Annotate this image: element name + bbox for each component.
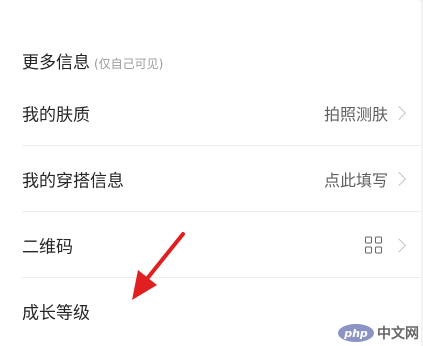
chevron-right-icon xyxy=(391,105,407,121)
section-header: 更多信息 (仅自己可见) xyxy=(22,48,164,73)
row-value-outfit-info: 点此填写 xyxy=(323,171,388,190)
chevron-right-icon xyxy=(391,171,407,187)
qr-code-icon xyxy=(365,236,382,254)
row-label-qr-code: 二维码 xyxy=(22,237,73,258)
more-info-card: 更多信息 (仅自己可见) 我的肤质 拍照测肤 我的穿搭信息 点此填写 二维码 成… xyxy=(0,0,421,346)
row-qr-code[interactable]: 二维码 xyxy=(0,212,421,278)
chevron-right-icon xyxy=(391,237,407,253)
watermark-text: 中文网 xyxy=(377,326,419,342)
row-right-skin-type: 拍照测肤 xyxy=(324,101,407,125)
row-outfit-info[interactable]: 我的穿搭信息 点此填写 xyxy=(0,146,421,212)
row-label-growth-level: 成长等级 xyxy=(22,303,90,324)
watermark-badge: php xyxy=(338,324,374,342)
row-value-skin-type: 拍照测肤 xyxy=(323,105,388,124)
row-right-outfit-info: 点此填写 xyxy=(324,167,407,191)
section-note: (仅自己可见) xyxy=(94,57,164,71)
section-title: 更多信息 xyxy=(22,53,90,73)
watermark: php 中文网 xyxy=(338,323,419,343)
row-label-outfit-info: 我的穿搭信息 xyxy=(22,171,124,192)
row-right-qr-code xyxy=(365,236,407,254)
row-skin-type[interactable]: 我的肤质 拍照测肤 xyxy=(0,80,421,146)
row-label-skin-type: 我的肤质 xyxy=(22,105,90,126)
